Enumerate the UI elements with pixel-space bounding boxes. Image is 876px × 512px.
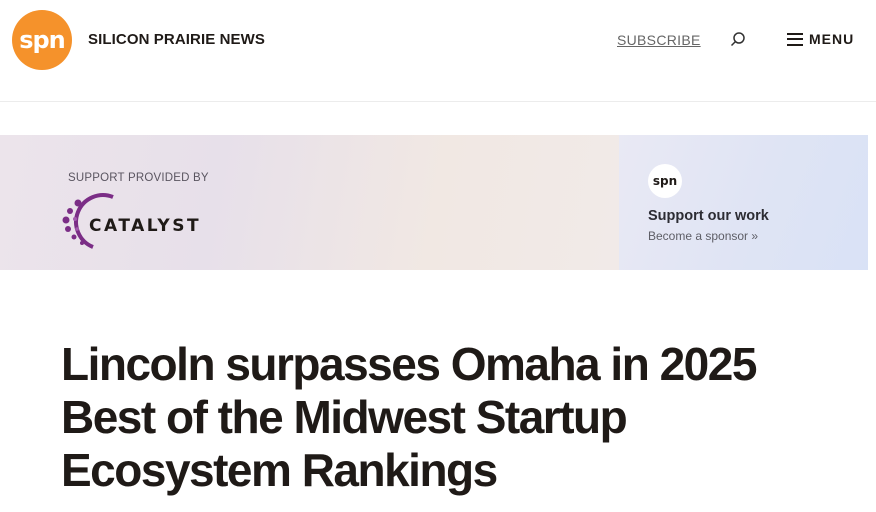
search-button[interactable] — [728, 30, 748, 50]
sponsor-name: CATALYST — [89, 216, 202, 236]
sponsor-panel[interactable]: SUPPORT PROVIDED BY CATALYST — [0, 135, 619, 270]
spn-mini-logo: spn — [648, 164, 682, 198]
article-headline: Lincoln surpasses Omaha in 2025 Best of … — [61, 338, 757, 496]
search-icon — [730, 32, 745, 47]
site-header: spn SILICON PRAIRIE NEWS SUBSCRIBE MENU — [0, 0, 876, 102]
menu-label: MENU — [809, 31, 855, 47]
hamburger-icon — [787, 32, 803, 46]
support-title: Support our work — [648, 208, 769, 224]
support-label: SUPPORT PROVIDED BY — [68, 172, 209, 184]
become-sponsor-link[interactable]: Become a sponsor » — [648, 229, 758, 243]
logo-text: spn — [19, 26, 66, 54]
menu-button[interactable]: MENU — [787, 31, 854, 47]
support-cta-panel[interactable]: spn Support our work Become a sponsor » — [619, 135, 868, 270]
sponsor-banner: SUPPORT PROVIDED BY CATALYST spn Support… — [0, 135, 868, 270]
subscribe-link[interactable]: SUBSCRIBE — [617, 32, 701, 48]
spn-logo[interactable]: spn — [12, 10, 72, 70]
site-name-link[interactable]: SILICON PRAIRIE NEWS — [88, 31, 265, 48]
